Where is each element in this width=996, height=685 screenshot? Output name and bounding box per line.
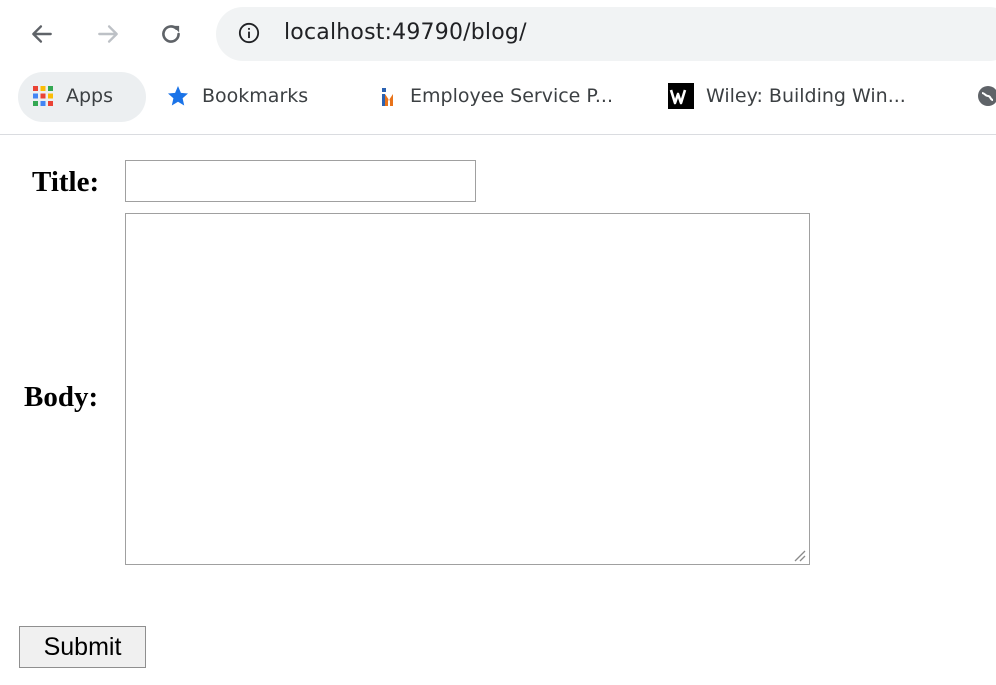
bookmark-label: Bookmarks: [202, 85, 309, 107]
back-button[interactable]: [26, 18, 58, 50]
body-textarea[interactable]: [125, 213, 810, 565]
bookmark-employee-service[interactable]: Employee Service P...: [380, 80, 613, 112]
bookmark-label: Wiley: Building Win...: [706, 85, 906, 107]
address-bar[interactable]: localhost:49790/blog/: [216, 7, 996, 61]
title-label: Title:: [32, 166, 100, 198]
bookmark-apps[interactable]: Apps: [32, 80, 113, 112]
forward-button[interactable]: [92, 18, 124, 50]
reload-icon: [162, 25, 180, 43]
body-label: Body:: [24, 381, 99, 413]
star-icon: [166, 84, 190, 108]
submit-button[interactable]: Submit: [19, 626, 146, 668]
info-icon[interactable]: [238, 22, 260, 44]
bookmark-overflow[interactable]: [976, 80, 996, 112]
bookmark-label: Employee Service P...: [410, 85, 614, 107]
title-input[interactable]: [125, 160, 476, 202]
apps-grid-icon: [32, 85, 54, 107]
bookmark-bookmarks[interactable]: Bookmarks: [166, 80, 308, 112]
reload-button[interactable]: [155, 18, 187, 50]
back-arrow-icon: [32, 25, 52, 43]
employee-service-favicon: [380, 84, 398, 108]
bookmark-wiley[interactable]: Wiley: Building Win...: [668, 80, 906, 112]
bookmark-label: Apps: [66, 85, 114, 107]
browser-chrome: localhost:49790/blog/ Apps Bookmarks Emp…: [0, 0, 996, 135]
url-text[interactable]: localhost:49790/blog/: [284, 20, 527, 45]
resize-grip-icon[interactable]: [790, 546, 806, 562]
wiley-favicon: [668, 83, 694, 109]
forward-arrow-icon: [98, 25, 118, 43]
globe-icon: [976, 84, 996, 108]
